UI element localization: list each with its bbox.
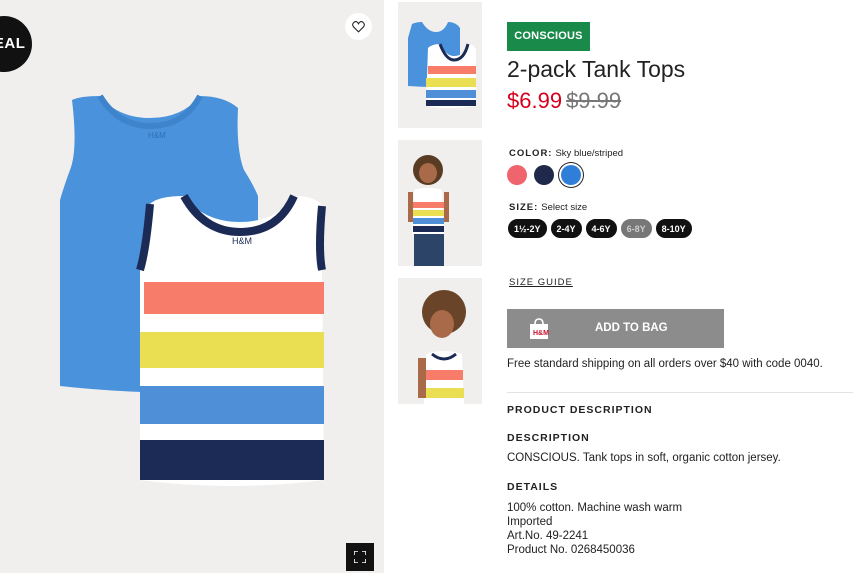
description-text: CONSCIOUS. Tank tops in soft, organic co…	[507, 452, 781, 464]
details-line: Product No. 0268450036	[507, 544, 635, 556]
details-heading: DETAILS	[507, 481, 559, 493]
shopping-bag-icon: H&M	[530, 318, 549, 339]
size-option-2-4y[interactable]: 2-4Y	[550, 219, 582, 238]
svg-text:H&M: H&M	[232, 236, 252, 246]
size-label: SIZE:	[509, 202, 539, 213]
size-option-6-8y[interactable]: 6-8Y	[620, 219, 652, 238]
conscious-badge: CONSCIOUS	[507, 22, 590, 51]
size-label-row: SIZE: Select size	[509, 202, 587, 213]
details-line: Art.No. 49-2241	[507, 530, 589, 542]
size-option-8-10y[interactable]: 8-10Y	[655, 219, 692, 238]
section-divider	[507, 392, 853, 393]
swatch-navy[interactable]	[534, 165, 554, 185]
details-list: 100% cotton. Machine wash warm Imported …	[507, 501, 682, 557]
shipping-note: Free standard shipping on all orders ove…	[507, 358, 823, 370]
color-swatches	[507, 165, 581, 185]
svg-text:H&M: H&M	[533, 330, 549, 337]
size-option-1-2y[interactable]: 1½-2Y	[508, 219, 547, 238]
thumbnail-model-front[interactable]	[398, 140, 482, 266]
color-label-row: COLOR: Sky blue/striped	[509, 148, 623, 159]
expand-icon	[354, 551, 366, 563]
heart-icon	[352, 20, 365, 33]
details-line: 100% cotton. Machine wash warm	[507, 502, 683, 514]
favorite-button[interactable]	[345, 13, 372, 40]
product-description-heading[interactable]: PRODUCT DESCRIPTION	[507, 404, 653, 416]
product-title: 2-pack Tank Tops	[507, 56, 686, 82]
main-product-image[interactable]: H&M H&M DEAL	[0, 0, 384, 573]
size-value: Select size	[541, 202, 588, 213]
color-value: Sky blue/striped	[555, 148, 624, 159]
color-label: COLOR:	[509, 148, 553, 159]
original-price: $9.99	[566, 88, 622, 113]
size-option-4-6y[interactable]: 4-6Y	[585, 219, 617, 238]
add-to-bag-button[interactable]: H&M ADD TO BAG	[507, 309, 724, 348]
fullscreen-button[interactable]	[346, 543, 374, 571]
thumbnail-model-side[interactable]	[398, 278, 482, 404]
add-to-bag-label: ADD TO BAG	[595, 322, 668, 334]
price-row: $6.99 $9.99	[507, 88, 621, 114]
svg-text:H&M: H&M	[148, 131, 166, 140]
sale-price: $6.99	[507, 88, 563, 113]
details-line: Imported	[507, 516, 553, 528]
swatch-sky-blue-striped[interactable]	[561, 165, 581, 185]
swatch-coral[interactable]	[507, 165, 527, 185]
size-guide-link[interactable]: SIZE GUIDE	[509, 277, 573, 288]
tank-tops-illustration: H&M H&M	[60, 94, 326, 486]
thumbnail-product[interactable]	[398, 2, 482, 128]
description-heading: DESCRIPTION	[507, 432, 590, 444]
size-options: 1½-2Y 2-4Y 4-6Y 6-8Y 8-10Y	[508, 219, 692, 238]
